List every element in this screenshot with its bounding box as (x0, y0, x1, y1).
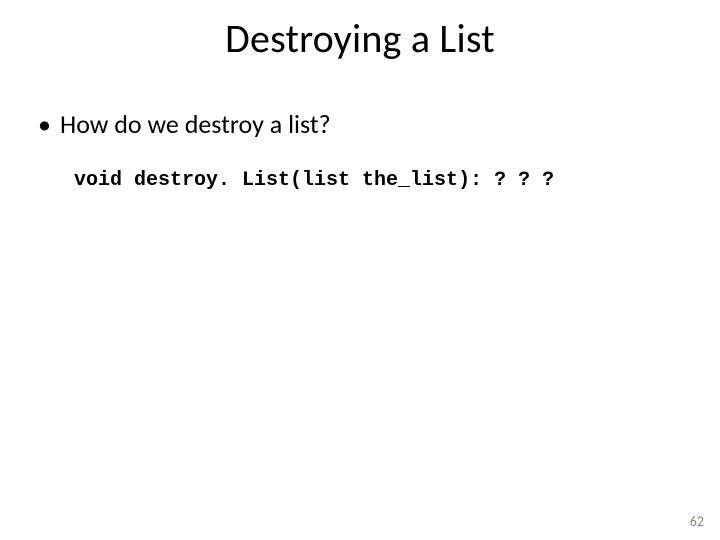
bullet-marker: • (38, 108, 60, 141)
slide-body: • How do we destroy a list? void destroy… (38, 108, 682, 192)
bullet-item: • How do we destroy a list? (38, 108, 682, 141)
code-snippet: void destroy. List(list the_list): ? ? ? (74, 169, 682, 192)
page-number: 62 (690, 513, 704, 530)
slide: Destroying a List • How do we destroy a … (0, 0, 720, 540)
slide-title: Destroying a List (0, 14, 720, 63)
bullet-text: How do we destroy a list? (60, 108, 331, 141)
